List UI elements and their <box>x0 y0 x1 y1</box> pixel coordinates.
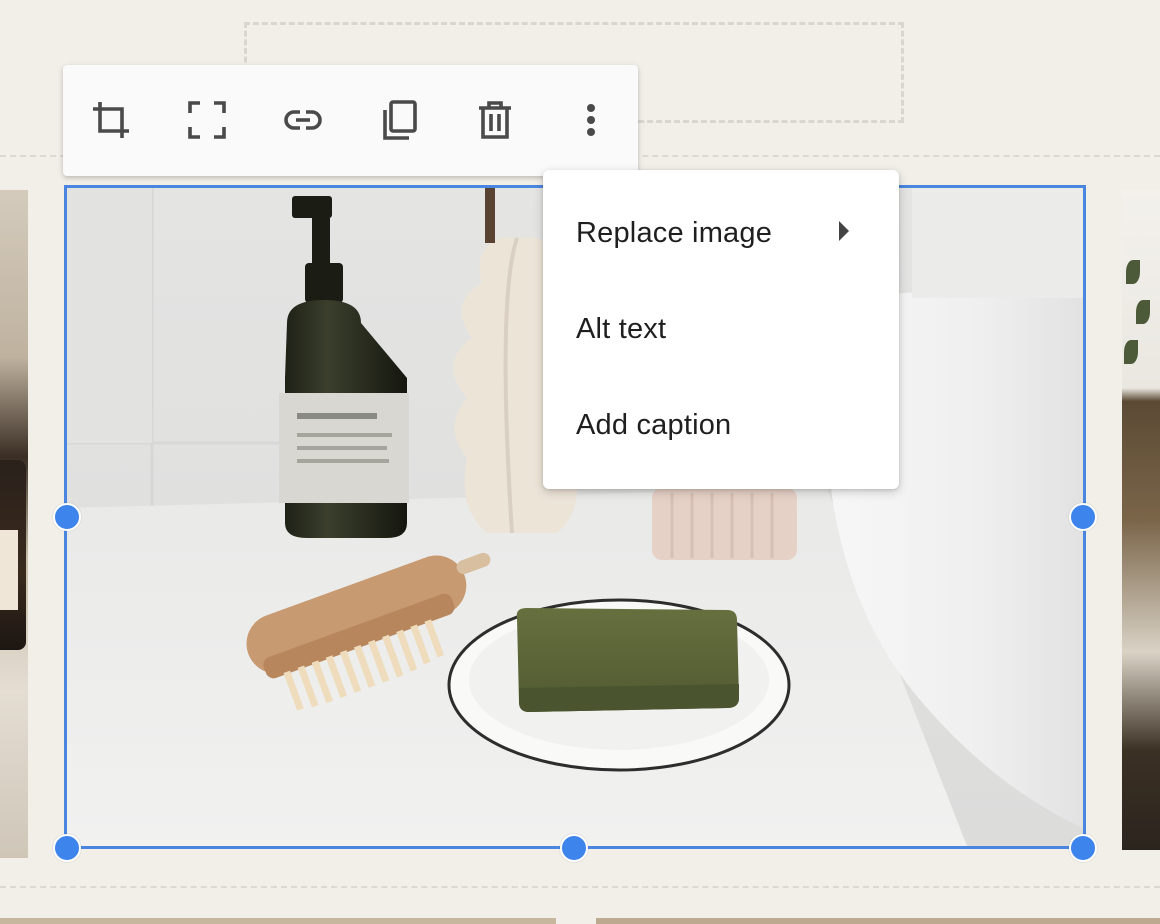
gallery-image-next[interactable] <box>1122 190 1160 850</box>
menu-item-label: Alt text <box>576 312 667 345</box>
fullscreen-button[interactable] <box>179 92 235 148</box>
menu-item-replace-image[interactable]: Replace image <box>543 185 899 281</box>
gallery-image-previous[interactable] <box>0 190 28 858</box>
link-button[interactable] <box>275 92 331 148</box>
link-icon <box>284 110 322 130</box>
crop-button[interactable] <box>83 92 139 148</box>
delete-icon <box>479 101 511 139</box>
menu-item-label: Replace image <box>576 216 773 249</box>
leaf-shape <box>1126 260 1140 284</box>
resize-handle-right[interactable] <box>1069 503 1097 531</box>
more-options-button[interactable] <box>563 92 619 148</box>
resize-handle-bottom-left[interactable] <box>53 834 81 862</box>
gallery-image-below[interactable] <box>0 918 556 924</box>
image-toolbar <box>63 65 638 176</box>
gallery-image-below[interactable] <box>596 918 1160 924</box>
delete-button[interactable] <box>467 92 523 148</box>
resize-handle-left[interactable] <box>53 503 81 531</box>
bottle-label-shape <box>0 530 18 610</box>
menu-item-add-caption[interactable]: Add caption <box>543 377 899 473</box>
leaf-shape <box>1136 300 1150 324</box>
duplicate-button[interactable] <box>371 92 427 148</box>
more-vertical-icon <box>587 104 595 136</box>
crop-icon <box>93 102 129 138</box>
leaf-shape <box>1124 340 1138 364</box>
menu-item-alt-text[interactable]: Alt text <box>543 281 899 377</box>
menu-item-label: Add caption <box>576 408 732 441</box>
section-divider <box>0 886 1160 888</box>
submenu-arrow-icon <box>839 221 849 241</box>
resize-handle-bottom[interactable] <box>560 834 588 862</box>
image-options-menu: Replace image Alt text Add caption <box>543 170 899 489</box>
duplicate-icon <box>383 100 417 140</box>
fullscreen-icon <box>188 101 226 139</box>
resize-handle-bottom-right[interactable] <box>1069 834 1097 862</box>
